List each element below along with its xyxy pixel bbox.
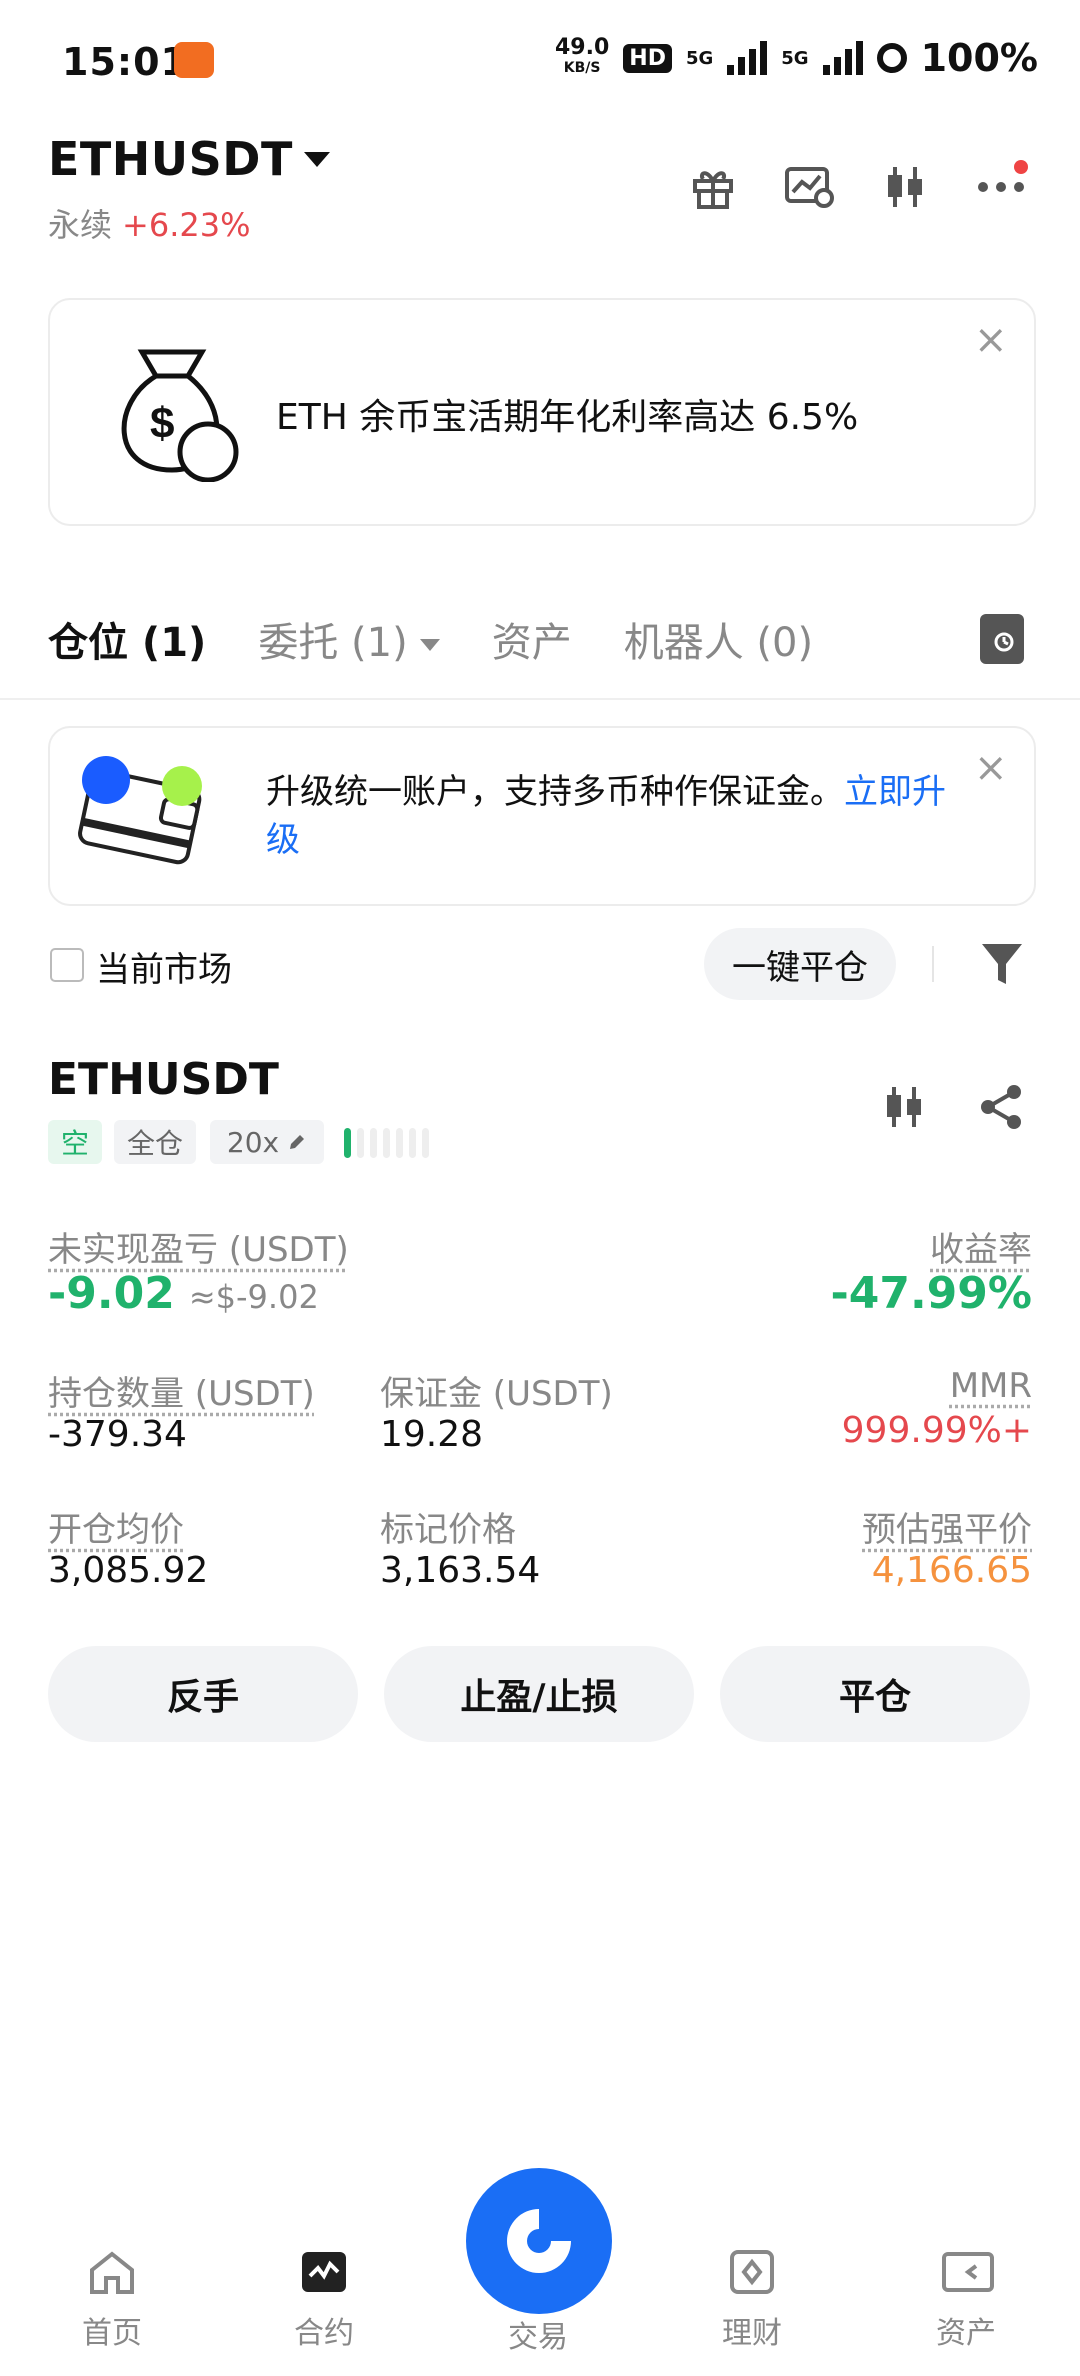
nav-trade-label[interactable]: 交易	[478, 2312, 598, 2356]
network-type-1: 5G	[685, 47, 714, 69]
status-indicators: 49.0 KB/S HD 5G 5G 100%	[555, 36, 1038, 80]
history-document-icon[interactable]	[980, 614, 1024, 664]
contract-info: 永续 +6.23%	[48, 200, 250, 246]
current-market-label[interactable]: 当前市场	[96, 942, 232, 991]
margin-mode-badge: 全仓	[114, 1120, 196, 1164]
candlestick-icon[interactable]	[880, 1082, 928, 1136]
promo-text[interactable]: ETH 余币宝活期年化利率高达 6.5%	[276, 388, 858, 440]
gift-icon[interactable]	[686, 160, 740, 214]
unrealized-pnl-usd: ≈$-9.02	[188, 1278, 319, 1316]
position-tabs: 仓位 (1) 委托 (1) 资产 机器人 (0)	[48, 610, 813, 668]
liq-price-label[interactable]: 预估强平价	[862, 1502, 1032, 1551]
more-icon[interactable]	[974, 160, 1028, 214]
chart-settings-icon[interactable]	[782, 160, 836, 214]
margin-label: 保证金 (USDT)	[380, 1374, 613, 1414]
status-bar: 15:01 49.0 KB/S HD 5G 5G 100%	[0, 0, 1080, 125]
close-icon[interactable]: ×	[974, 748, 1008, 788]
price-change: +6.23%	[122, 206, 251, 244]
unrealized-pnl-label[interactable]: 未实现盈亏 (USDT)	[48, 1222, 349, 1271]
tabs-divider	[0, 698, 1080, 700]
chevron-down-icon[interactable]	[304, 152, 330, 167]
mark-price-label: 标记价格	[380, 1510, 516, 1550]
tab-assets[interactable]: 资产	[492, 610, 572, 668]
upgrade-message: 升级统一账户，支持多币种作保证金。	[266, 772, 844, 812]
signal-icon-2	[822, 41, 863, 75]
chevron-down-icon	[419, 639, 440, 651]
side-badge: 空	[48, 1120, 102, 1164]
app-notification-icon	[174, 42, 214, 78]
earn-icon	[728, 2250, 776, 2294]
network-speed: 49.0 KB/S	[555, 35, 610, 78]
wallet-icon	[72, 750, 212, 884]
promo-banner[interactable]: $ ETH 余币宝活期年化利率高达 6.5% ×	[48, 298, 1036, 526]
nav-futures-label: 合约	[294, 2316, 354, 2351]
unrealized-pnl: -9.02 ≈$-9.02	[48, 1268, 319, 1319]
speed-value: 49.0	[555, 35, 610, 60]
edit-icon	[290, 1135, 305, 1149]
close-icon[interactable]: ×	[974, 320, 1008, 360]
current-market-checkbox[interactable]	[50, 948, 84, 982]
upgrade-text: 升级统一账户，支持多币种作保证金。立即升级	[266, 768, 966, 864]
close-all-button[interactable]: 一键平仓	[704, 928, 896, 1000]
hd-icon: HD	[623, 43, 672, 73]
tp-sl-button[interactable]: 止盈/止损	[384, 1646, 694, 1742]
margin-value: 19.28	[380, 1414, 484, 1455]
nav-earn-label: 理财	[722, 2316, 782, 2351]
position-size-label[interactable]: 持仓数量 (USDT)	[48, 1366, 315, 1415]
signal-icon	[727, 41, 768, 75]
pair-selector[interactable]: ETHUSDT	[48, 132, 293, 186]
entry-price-value: 3,085.92	[48, 1550, 209, 1591]
nav-assets[interactable]: 资产	[906, 2250, 1026, 2352]
candlestick-icon[interactable]	[878, 160, 932, 214]
nav-home[interactable]: 首页	[52, 2250, 172, 2352]
liq-price-value: 4,166.65	[871, 1550, 1032, 1591]
share-icon[interactable]	[976, 1082, 1026, 1136]
roe-value: -47.99%	[830, 1268, 1032, 1319]
trade-logo-icon	[507, 2209, 571, 2273]
money-bag-icon: $	[102, 342, 242, 486]
network-type-2: 5G	[781, 47, 809, 69]
status-time: 15:01	[62, 40, 188, 84]
filter-icon[interactable]	[980, 940, 1024, 992]
notification-dot	[1014, 160, 1028, 174]
speed-unit: KB/S	[563, 60, 601, 76]
mmr-label[interactable]: MMR	[950, 1366, 1032, 1406]
position-symbol[interactable]: ETHUSDT	[48, 1054, 279, 1105]
mark-price-value: 3,163.54	[380, 1550, 541, 1591]
nav-assets-label: 资产	[936, 2316, 996, 2351]
nav-futures[interactable]: 合约	[264, 2250, 384, 2352]
nav-earn[interactable]: 理财	[692, 2250, 812, 2352]
entry-price-label[interactable]: 开仓均价	[48, 1502, 184, 1551]
wallet-icon	[942, 2250, 994, 2294]
contract-type: 永续	[48, 206, 113, 244]
reverse-button[interactable]: 反手	[48, 1646, 358, 1742]
nav-home-label: 首页	[82, 2316, 142, 2351]
tab-bots[interactable]: 机器人 (0)	[624, 610, 813, 668]
home-icon	[88, 2250, 136, 2294]
trade-button[interactable]	[466, 2168, 612, 2314]
leverage-value: 20x	[226, 1125, 280, 1159]
battery-icon	[876, 43, 907, 73]
tab-orders-label: 委托 (1)	[258, 620, 408, 666]
tab-positions[interactable]: 仓位 (1)	[48, 610, 206, 668]
roe-label[interactable]: 收益率	[930, 1222, 1032, 1271]
risk-level-meter	[344, 1128, 429, 1158]
close-position-button[interactable]: 平仓	[720, 1646, 1030, 1742]
mmr-value: 999.99%+	[841, 1410, 1032, 1451]
filter-divider	[932, 946, 934, 982]
svg-text:$: $	[150, 399, 174, 448]
battery-level: 100%	[920, 36, 1038, 80]
upgrade-banner[interactable]: 升级统一账户，支持多币种作保证金。立即升级 ×	[48, 726, 1036, 906]
futures-icon	[300, 2250, 348, 2294]
leverage-badge[interactable]: 20x	[210, 1120, 324, 1164]
tab-orders[interactable]: 委托 (1)	[258, 610, 440, 668]
unrealized-pnl-value: -9.02	[48, 1268, 175, 1319]
position-size-value: -379.34	[48, 1414, 187, 1455]
